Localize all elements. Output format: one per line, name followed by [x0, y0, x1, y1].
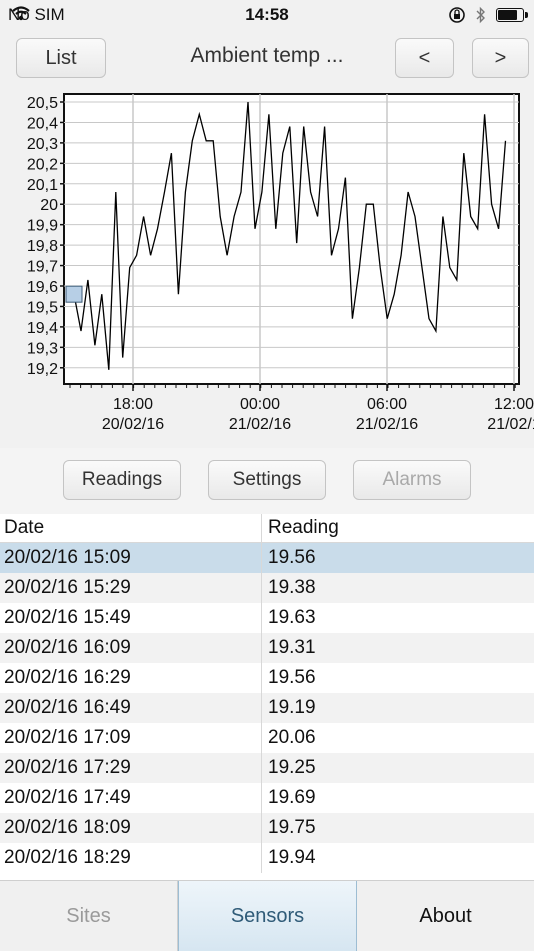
- tab-sites[interactable]: Sites: [0, 881, 178, 951]
- y-tick-label: 20,5: [27, 95, 58, 112]
- settings-tab-button[interactable]: Settings: [208, 460, 326, 500]
- x-tick-date-label: 21/02/16: [229, 416, 291, 433]
- y-tick-label: 19,4: [27, 320, 58, 337]
- reading-cell: 19.56: [268, 547, 316, 568]
- y-tick-label: 19,8: [27, 238, 58, 255]
- date-cell: 20/02/16 17:09: [0, 723, 262, 753]
- next-button[interactable]: >: [472, 38, 529, 78]
- table-row[interactable]: 20/02/16 18:09 19.75: [0, 813, 534, 843]
- table-row[interactable]: 20/02/16 15:29 19.38: [0, 573, 534, 603]
- table-body: 20/02/16 15:09 19.56 20/02/16 15:29 19.38 20…: [0, 543, 534, 873]
- reading-cell: 19.63: [268, 607, 316, 628]
- reading-cell: 19.38: [268, 577, 316, 598]
- y-tick-label: 19,9: [27, 218, 58, 235]
- header-bar: List Ambient temp ... < >: [0, 30, 534, 90]
- orientation-lock-icon: [449, 7, 465, 23]
- table-row[interactable]: 20/02/16 17:09 20.06: [0, 723, 534, 753]
- tab-about[interactable]: About: [357, 881, 534, 951]
- date-column-header[interactable]: Date: [0, 514, 262, 542]
- y-tick-label: 19,6: [27, 279, 58, 296]
- table-row[interactable]: 20/02/16 15:09 19.56: [0, 543, 534, 573]
- date-cell: 20/02/16 15:09: [0, 543, 262, 573]
- x-tick-time-label: 06:00: [367, 396, 407, 413]
- table-row[interactable]: 20/02/16 17:49 19.69: [0, 783, 534, 813]
- date-cell: 20/02/16 18:29: [0, 843, 262, 873]
- reading-cell: 19.56: [268, 667, 316, 688]
- reading-cell: 19.94: [268, 847, 316, 868]
- reading-column-header[interactable]: Reading: [262, 514, 534, 542]
- alarms-tab-button[interactable]: Alarms: [353, 460, 471, 500]
- table-row[interactable]: 20/02/16 15:49 19.63: [0, 603, 534, 633]
- y-tick-label: 20,1: [27, 177, 58, 194]
- x-tick-time-label: 00:00: [240, 396, 280, 413]
- table-header: Date Reading: [0, 514, 534, 543]
- table-row[interactable]: 20/02/16 16:49 19.19: [0, 693, 534, 723]
- table-row[interactable]: 20/02/16 16:09 19.31: [0, 633, 534, 663]
- selected-point-marker: [65, 285, 83, 303]
- table-row[interactable]: 20/02/16 16:29 19.56: [0, 663, 534, 693]
- tab-sensors[interactable]: Sensors: [178, 881, 357, 951]
- date-cell: 20/02/16 18:09: [0, 813, 262, 843]
- reading-cell: 19.69: [268, 787, 316, 808]
- prev-button[interactable]: <: [395, 38, 454, 78]
- date-cell: 20/02/16 16:09: [0, 633, 262, 663]
- bluetooth-icon: [476, 6, 485, 24]
- temperature-chart[interactable]: 20,5 20,4 20,3 20,2 20,1 20 19,9 19,8 19,7 19,6 19…: [0, 90, 534, 448]
- date-cell: 20/02/16 15:29: [0, 573, 262, 603]
- readings-table[interactable]: Date Reading 20/02/16 15:09 19.56 20/02/16…: [0, 514, 534, 880]
- reading-cell: 20.06: [268, 727, 316, 748]
- list-button[interactable]: List: [16, 38, 106, 78]
- y-tick-label: 20,3: [27, 136, 58, 153]
- y-tick-label: 20: [40, 197, 58, 214]
- y-tick-label: 20,4: [27, 115, 58, 132]
- table-row[interactable]: 20/02/16 17:29 19.25: [0, 753, 534, 783]
- bottom-tab-bar: Sites Sensors About: [0, 880, 534, 951]
- date-cell: 20/02/16 16:49: [0, 693, 262, 723]
- view-tabs: Readings Settings Alarms: [0, 448, 534, 514]
- x-tick-time-label: 18:00: [113, 396, 153, 413]
- x-tick-time-label: 12:00: [494, 396, 534, 413]
- x-tick-date-label: 20/02/16: [102, 416, 164, 433]
- reading-cell: 19.75: [268, 817, 316, 838]
- readings-tab-button[interactable]: Readings: [63, 460, 181, 500]
- x-tick-date-label: 21/02/1: [487, 416, 534, 433]
- y-tick-label: 20,2: [27, 156, 58, 173]
- x-tick-date-label: 21/02/16: [356, 416, 418, 433]
- date-cell: 20/02/16 16:29: [0, 663, 262, 693]
- battery-icon: [496, 8, 528, 22]
- date-cell: 20/02/16 17:49: [0, 783, 262, 813]
- y-tick-label: 19,5: [27, 299, 58, 316]
- status-bar: No SIM 14:58: [0, 0, 534, 30]
- y-tick-label: 19,3: [27, 340, 58, 357]
- reading-cell: 19.31: [268, 637, 316, 658]
- y-tick-label: 19,7: [27, 259, 58, 276]
- y-tick-label: 19,2: [27, 361, 58, 378]
- wifi-icon: [12, 6, 30, 21]
- date-cell: 20/02/16 15:49: [0, 603, 262, 633]
- reading-cell: 19.25: [268, 757, 316, 778]
- table-row[interactable]: 20/02/16 18:29 19.94: [0, 843, 534, 873]
- chart-panel[interactable]: 20,5 20,4 20,3 20,2 20,1 20 19,9 19,8 19,7 19,6 19…: [0, 90, 534, 448]
- reading-cell: 19.19: [268, 697, 316, 718]
- date-cell: 20/02/16 17:29: [0, 753, 262, 783]
- status-icons: [12, 6, 528, 24]
- page-title: Ambient temp ...: [190, 44, 344, 67]
